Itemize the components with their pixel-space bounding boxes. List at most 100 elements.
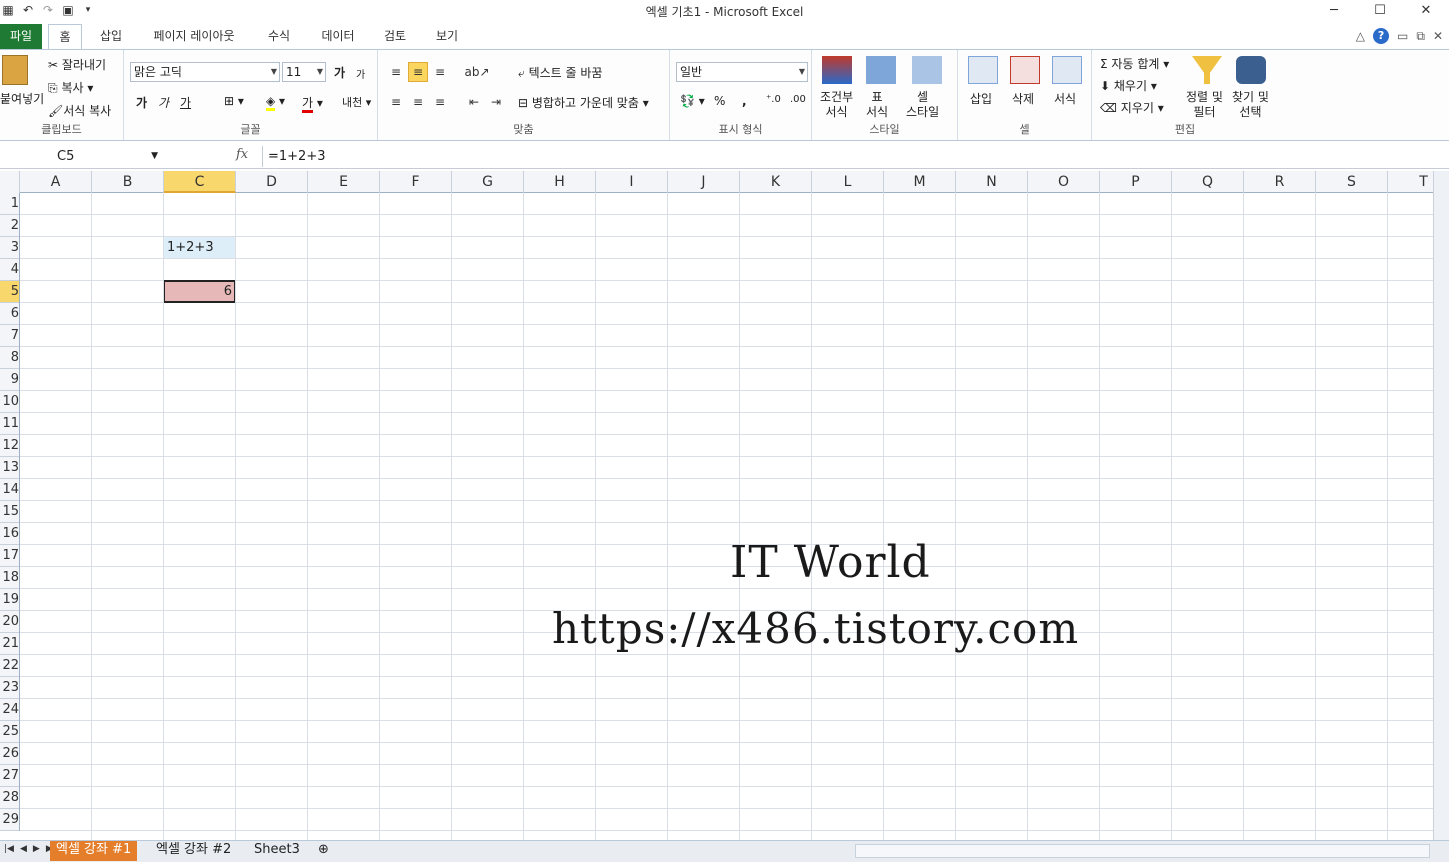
align-left-icon[interactable]: ≡ — [386, 92, 406, 112]
cell-c5[interactable]: 6 — [163, 280, 236, 303]
format-painter-button[interactable]: 🖌서식 복사 — [48, 102, 111, 119]
clear-button[interactable]: ⌫ 지우기 ▾ — [1100, 99, 1164, 116]
increase-indent-icon[interactable]: ⇥ — [486, 92, 506, 112]
sheet-tab-3[interactable]: Sheet3 — [248, 841, 306, 861]
row-header-7[interactable]: 7 — [0, 325, 19, 347]
currency-button[interactable]: 💱 ▾ — [680, 94, 705, 108]
row-header-18[interactable]: 18 — [0, 567, 19, 589]
format-cells-button[interactable]: 서식 — [1054, 90, 1076, 107]
column-header-b[interactable]: B — [92, 171, 164, 193]
delete-cells-button[interactable]: 삭제 — [1012, 90, 1034, 107]
delete-cells-icon[interactable] — [1010, 56, 1040, 84]
first-sheet-icon[interactable]: |◀ — [4, 844, 14, 854]
sheet-tab-1[interactable]: 엑셀 강좌 #1 — [50, 841, 138, 861]
row-header-13[interactable]: 13 — [0, 457, 19, 479]
paste-button[interactable]: 붙여넣기 — [0, 90, 44, 107]
binoculars-icon[interactable] — [1236, 56, 1266, 84]
insert-cells-icon[interactable] — [968, 56, 998, 84]
format-cells-icon[interactable] — [1052, 56, 1082, 84]
row-header-17[interactable]: 17 — [0, 545, 19, 567]
column-header-p[interactable]: P — [1100, 171, 1172, 193]
align-right-icon[interactable]: ≡ — [430, 92, 450, 112]
column-header-n[interactable]: N — [956, 171, 1028, 193]
bold-button[interactable]: 가 — [136, 94, 147, 111]
column-header-f[interactable]: F — [380, 171, 452, 193]
tab-formulas[interactable]: 수식 — [264, 24, 294, 49]
orientation-icon[interactable]: ab↗ — [464, 62, 490, 82]
prev-sheet-icon[interactable]: ◀ — [20, 844, 27, 854]
row-header-1[interactable]: 1 — [0, 193, 19, 215]
row-header-21[interactable]: 21 — [0, 633, 19, 655]
sheet-tab-2[interactable]: 엑셀 강좌 #2 — [150, 841, 237, 861]
percent-button[interactable]: % — [714, 94, 725, 108]
fill-button[interactable]: ⬇ 채우기 ▾ — [1100, 77, 1157, 94]
horizontal-scrollbar[interactable] — [855, 844, 1430, 858]
insert-function-button[interactable]: fx — [236, 147, 248, 162]
sort-filter-icon[interactable] — [1192, 56, 1222, 84]
comma-button[interactable]: , — [742, 94, 747, 108]
font-color-button[interactable]: 가 ▾ — [302, 94, 323, 113]
row-header-2[interactable]: 2 — [0, 215, 19, 237]
row-header-8[interactable]: 8 — [0, 347, 19, 369]
tab-file[interactable]: 파일 — [0, 24, 42, 49]
cell-c3[interactable]: 1+2+3 — [164, 237, 235, 258]
find-select-button[interactable]: 찾기 및 선택 — [1232, 90, 1269, 120]
merge-center-button[interactable]: ⊟ 병합하고 가운데 맞춤 ▾ — [518, 94, 649, 111]
column-header-d[interactable]: D — [236, 171, 308, 193]
row-header-5[interactable]: 5 — [0, 281, 19, 303]
column-header-a[interactable]: A — [20, 171, 92, 193]
sort-filter-button[interactable]: 정렬 및 필터 — [1186, 90, 1223, 120]
conditional-format-icon[interactable] — [822, 56, 852, 84]
tab-view[interactable]: 보기 — [432, 24, 462, 49]
doc-restore-icon[interactable]: ⧉ — [1416, 29, 1425, 44]
align-center-icon[interactable]: ≡ — [408, 92, 428, 112]
column-header-r[interactable]: R — [1244, 171, 1316, 193]
row-header-24[interactable]: 24 — [0, 699, 19, 721]
align-bottom-icon[interactable]: ≡ — [430, 62, 450, 82]
column-header-l[interactable]: L — [812, 171, 884, 193]
row-header-26[interactable]: 26 — [0, 743, 19, 765]
cell-styles-icon[interactable] — [912, 56, 942, 84]
column-header-g[interactable]: G — [452, 171, 524, 193]
row-header-4[interactable]: 4 — [0, 259, 19, 281]
row-header-15[interactable]: 15 — [0, 501, 19, 523]
maximize-button[interactable]: ☐ — [1357, 0, 1403, 20]
minimize-button[interactable]: ─ — [1311, 0, 1357, 20]
insert-cells-button[interactable]: 삽입 — [970, 90, 992, 107]
row-header-6[interactable]: 6 — [0, 303, 19, 325]
formula-input[interactable]: =1+2+3 — [262, 146, 1432, 167]
row-header-23[interactable]: 23 — [0, 677, 19, 699]
underline-button[interactable]: 가 — [180, 94, 191, 111]
column-header-i[interactable]: I — [596, 171, 668, 193]
row-header-11[interactable]: 11 — [0, 413, 19, 435]
doc-close-icon[interactable]: ✕ — [1433, 29, 1443, 43]
row-header-19[interactable]: 19 — [0, 589, 19, 611]
column-header-e[interactable]: E — [308, 171, 380, 193]
row-header-28[interactable]: 28 — [0, 787, 19, 809]
tab-data[interactable]: 데이터 — [318, 24, 358, 49]
row-header-27[interactable]: 27 — [0, 765, 19, 787]
column-header-o[interactable]: O — [1028, 171, 1100, 193]
row-header-3[interactable]: 3 — [0, 237, 19, 259]
tab-insert[interactable]: 삽입 — [96, 24, 126, 49]
column-header-m[interactable]: M — [884, 171, 956, 193]
tab-home[interactable]: 홈 — [48, 24, 82, 49]
table-format-icon[interactable] — [866, 56, 896, 84]
copy-button[interactable]: ⎘ 복사 ▾ — [48, 79, 93, 96]
row-header-20[interactable]: 20 — [0, 611, 19, 633]
minimize-ribbon-icon[interactable]: △ — [1356, 29, 1365, 43]
number-format-select[interactable]: 일반 ▼ — [676, 62, 808, 82]
cell-styles-button[interactable]: 셀 스타일 — [906, 90, 939, 120]
align-middle-icon[interactable]: ≡ — [408, 62, 428, 82]
column-header-h[interactable]: H — [524, 171, 596, 193]
close-button[interactable]: ✕ — [1403, 0, 1449, 20]
row-header-14[interactable]: 14 — [0, 479, 19, 501]
cut-button[interactable]: ✂ 잘라내기 — [48, 56, 106, 73]
row-header-25[interactable]: 25 — [0, 721, 19, 743]
increase-decimal-icon[interactable]: ⁺.0 — [766, 94, 781, 105]
paste-icon[interactable] — [2, 55, 28, 85]
new-sheet-icon[interactable]: ⊕ — [312, 841, 335, 861]
border-button[interactable]: ⊞ ▾ — [224, 94, 244, 108]
phonetic-button[interactable]: 내천 ▾ — [342, 94, 371, 110]
font-size-select[interactable]: 11 ▼ — [282, 62, 326, 82]
